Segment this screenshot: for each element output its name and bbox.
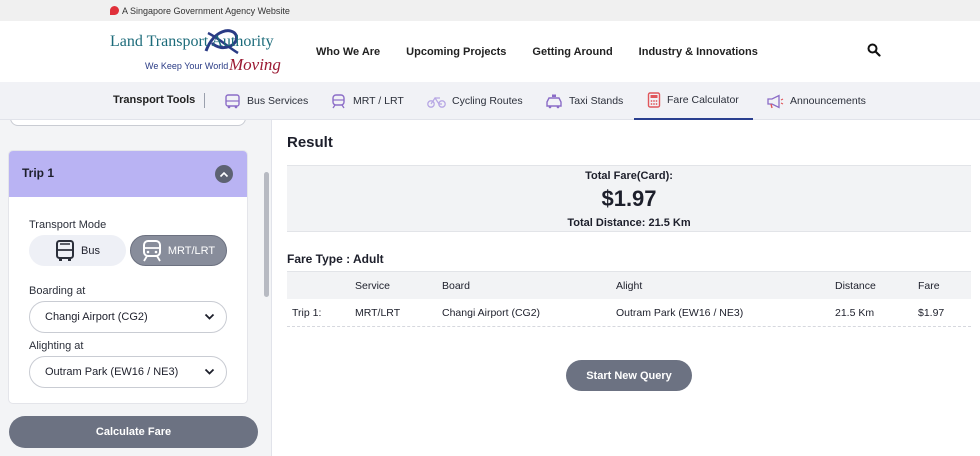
- total-fare-box: Total Fare(Card): $1.97 Total Distance: …: [287, 165, 971, 232]
- table-header-fare: Fare: [918, 280, 940, 292]
- nav-getting-around[interactable]: Getting Around: [532, 46, 612, 58]
- tool-taxi-stands[interactable]: Taxi Stands: [545, 82, 623, 120]
- search-icon[interactable]: [867, 43, 883, 59]
- logo-tagline-script: Moving: [229, 55, 281, 74]
- trip-input-panel: Trip 1 Transport Mode Bus MRT/LRT Boardi…: [0, 120, 272, 456]
- tool-bus-services[interactable]: Bus Services: [224, 82, 308, 120]
- tools-title: Transport Tools: [113, 94, 196, 106]
- taxi-icon: [546, 94, 562, 108]
- table-header-row: Service Board Alight Distance Fare: [287, 271, 971, 299]
- tool-bus-services-label: Bus Services: [247, 95, 309, 107]
- table-cell-trip: Trip 1:: [292, 307, 322, 319]
- mode-bus-label: Bus: [81, 244, 100, 257]
- tool-fare-calculator-label: Fare Calculator: [667, 94, 739, 106]
- calculate-fare-button[interactable]: Calculate Fare: [9, 416, 258, 448]
- bicycle-icon: [427, 96, 446, 108]
- alighting-label: Alighting at: [29, 340, 84, 352]
- trip-card: Trip 1 Transport Mode Bus MRT/LRT Boardi…: [9, 151, 247, 403]
- table-cell-distance: 21.5 Km: [835, 307, 875, 319]
- tool-cycling-routes[interactable]: Cycling Routes: [427, 82, 523, 120]
- table-header-distance: Distance: [835, 280, 876, 292]
- tools-divider: [204, 93, 205, 108]
- table-cell-alight: Outram Park (EW16 / NE3): [616, 307, 744, 319]
- transport-tools-bar: Transport Tools Bus Services MRT / LRT C…: [0, 82, 980, 120]
- table-cell-board: Changi Airport (CG2): [442, 307, 541, 319]
- main-nav: Who We Are Upcoming Projects Getting Aro…: [316, 21, 784, 82]
- nav-industry-innovations[interactable]: Industry & Innovations: [639, 46, 758, 58]
- lta-logo[interactable]: Land Transport Authority We Keep Your Wo…: [110, 25, 295, 79]
- fare-type: Fare Type : Adult: [287, 252, 384, 266]
- start-new-query-button[interactable]: Start New Query: [566, 360, 692, 391]
- boarding-label: Boarding at: [29, 285, 86, 297]
- logo-tagline: We Keep Your World: [145, 61, 229, 71]
- trip-title: Trip 1: [22, 166, 55, 180]
- nav-upcoming-projects[interactable]: Upcoming Projects: [406, 46, 506, 58]
- table-header-alight: Alight: [616, 280, 643, 292]
- tool-fare-calculator[interactable]: Fare Calculator: [634, 82, 753, 120]
- lion-head-icon: [110, 6, 119, 15]
- tool-cycling-routes-label: Cycling Routes: [452, 95, 523, 107]
- gov-banner-text: A Singapore Government Agency Website: [122, 5, 290, 16]
- tool-mrt-lrt-label: MRT / LRT: [353, 95, 404, 107]
- scrollbar-thumb[interactable]: [264, 172, 269, 297]
- tool-announcements[interactable]: Announcements: [766, 82, 866, 120]
- previous-field[interactable]: [10, 120, 246, 126]
- mode-mrt-button[interactable]: MRT/LRT: [130, 235, 227, 266]
- total-fare-label: Total Fare(Card):: [585, 170, 673, 182]
- total-distance: Total Distance: 21.5 Km: [567, 217, 691, 229]
- bus-icon: [225, 93, 240, 108]
- mode-mrt-label: MRT/LRT: [167, 244, 216, 257]
- tool-announcements-label: Announcements: [790, 95, 866, 107]
- calculator-icon: [647, 92, 661, 108]
- train-icon: [142, 239, 161, 261]
- total-fare-value: $1.97: [601, 186, 657, 211]
- site-header: Land Transport Authority We Keep Your Wo…: [0, 21, 980, 82]
- table-header-service: Service: [355, 280, 391, 292]
- boarding-select[interactable]: Changi Airport (CG2): [29, 301, 227, 333]
- table-header-board: Board: [442, 280, 471, 292]
- trip-header[interactable]: Trip 1: [9, 151, 247, 197]
- megaphone-icon: [767, 93, 784, 109]
- fare-table: Service Board Alight Distance Fare Trip …: [287, 271, 971, 327]
- chevron-up-icon[interactable]: [215, 165, 233, 183]
- logo-org-name: Land Transport Authority: [110, 33, 274, 50]
- table-cell-fare: $1.97: [918, 307, 945, 319]
- chevron-down-icon: [204, 368, 215, 375]
- bus-icon: [56, 239, 75, 261]
- table-cell-service: MRT/LRT: [355, 307, 401, 319]
- boarding-value: Changi Airport (CG2): [45, 311, 148, 323]
- transport-mode-label: Transport Mode: [29, 219, 107, 231]
- table-row: Trip 1: MRT/LRT Changi Airport (CG2) Out…: [287, 299, 971, 327]
- mode-bus-button[interactable]: Bus: [29, 235, 126, 266]
- alighting-select[interactable]: Outram Park (EW16 / NE3): [29, 356, 227, 388]
- result-title: Result: [287, 134, 333, 151]
- nav-who-we-are[interactable]: Who We Are: [316, 46, 380, 58]
- tool-taxi-stands-label: Taxi Stands: [569, 95, 624, 107]
- chevron-down-icon: [204, 313, 215, 320]
- alighting-value: Outram Park (EW16 / NE3): [45, 366, 179, 378]
- train-icon: [332, 93, 345, 108]
- gov-banner: A Singapore Government Agency Website: [0, 0, 980, 21]
- tool-mrt-lrt[interactable]: MRT / LRT: [330, 82, 404, 120]
